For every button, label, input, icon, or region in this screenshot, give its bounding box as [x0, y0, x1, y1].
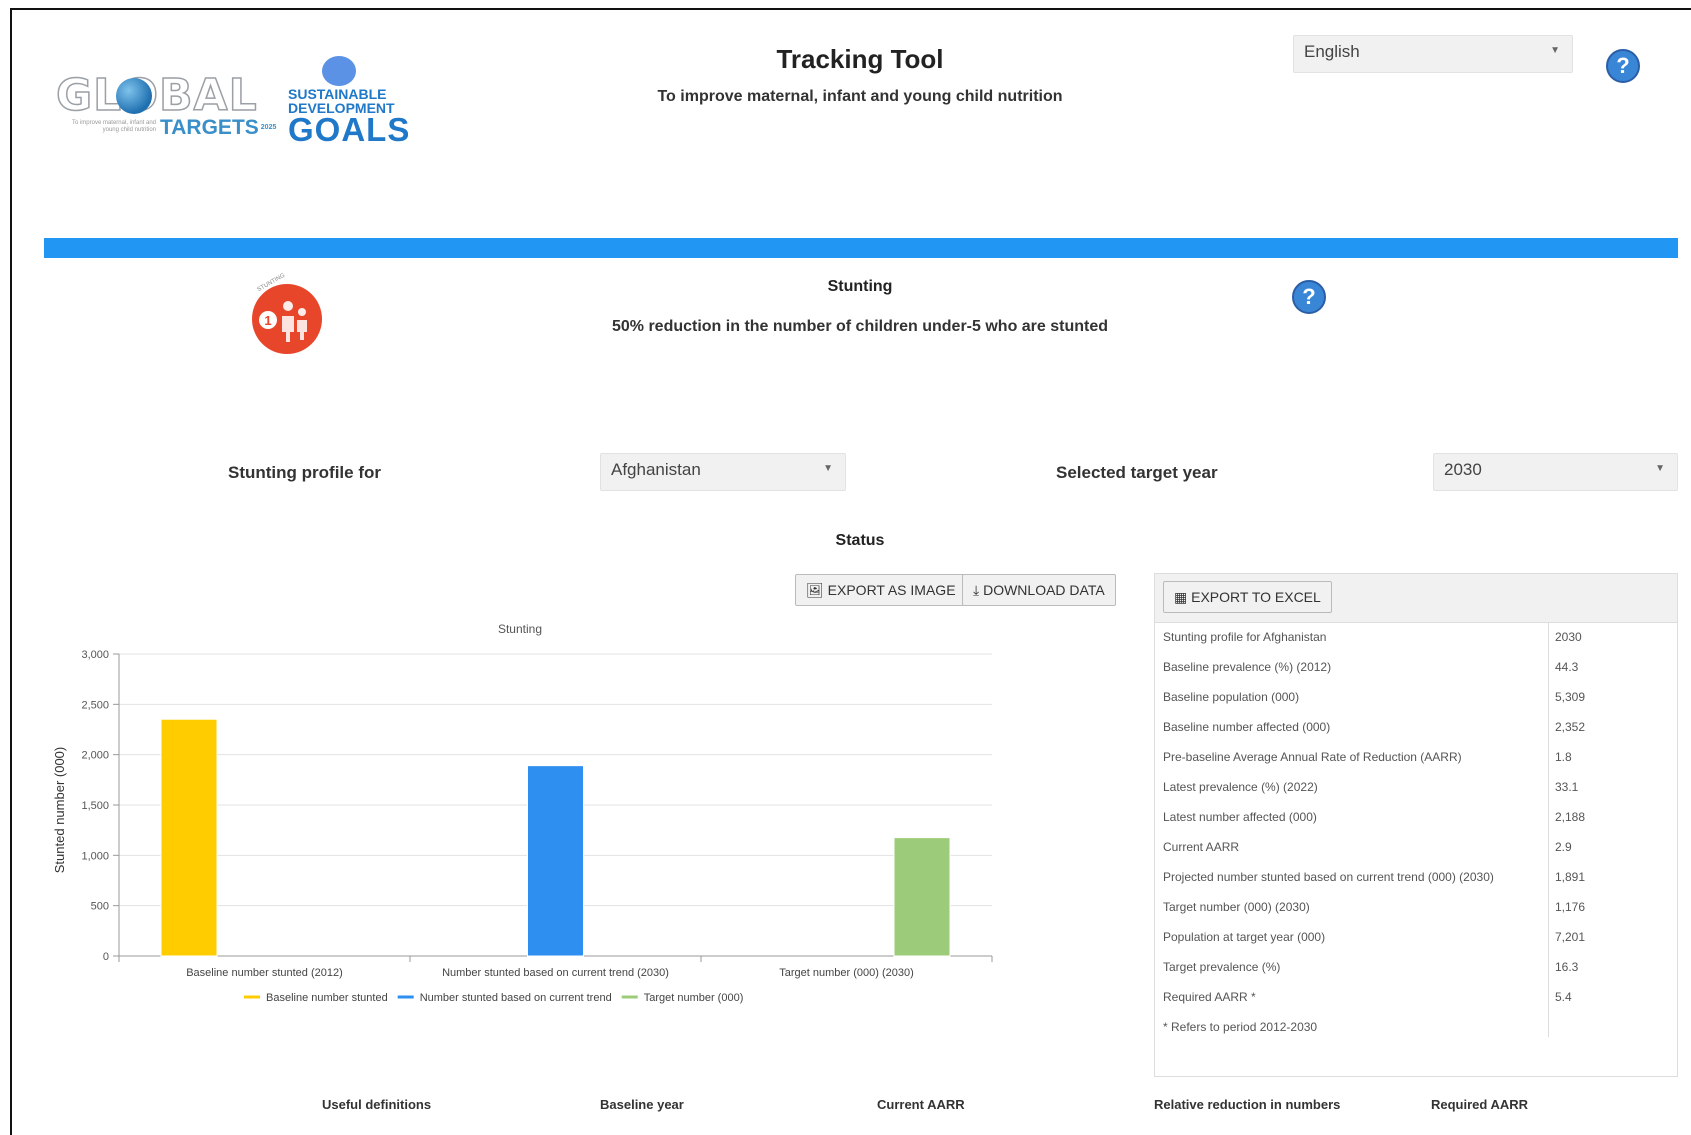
- target-year-select[interactable]: 2030 ▼: [1433, 453, 1678, 491]
- header-divider-bar: [44, 238, 1678, 258]
- language-select[interactable]: English ▼: [1293, 35, 1573, 73]
- table-cell-label: Latest prevalence (%) (2022): [1163, 780, 1318, 794]
- chevron-down-icon: ▼: [823, 463, 833, 474]
- table-cell-value: 16.3: [1555, 960, 1579, 974]
- download-icon: ⤓: [973, 582, 980, 598]
- sdg-goals-text: GOALS: [288, 111, 411, 148]
- profile-label: Stunting profile for: [228, 463, 381, 482]
- y-tick-label: 1,000: [81, 850, 109, 862]
- country-value: Afghanistan: [611, 460, 701, 479]
- export-excel-button[interactable]: ▦ EXPORT TO EXCEL: [1163, 581, 1332, 613]
- indicator-title: Stunting: [827, 278, 893, 295]
- table-cell-label: Projected number stunted based on curren…: [1163, 870, 1494, 884]
- table-cell-value: 5.4: [1555, 990, 1572, 1004]
- table-row: Current AARR 2.9: [1155, 832, 1677, 862]
- footer-useful-definitions[interactable]: Useful definitions: [322, 1097, 431, 1112]
- table-cell-label: Stunting profile for Afghanistan: [1163, 630, 1327, 644]
- table-cell-value: 7,201: [1555, 930, 1586, 944]
- legend-item: Target number (000): [644, 992, 744, 1004]
- question-circle-icon[interactable]: ?: [1606, 49, 1640, 83]
- image-icon: 🖼: [806, 582, 824, 598]
- chevron-down-icon: ▼: [1655, 463, 1665, 474]
- footer-required-aarr[interactable]: Required AARR: [1431, 1097, 1528, 1112]
- table-cell-value: 2030: [1555, 630, 1582, 644]
- targets-year: 2025: [260, 124, 277, 131]
- table-cell-value: 2,188: [1555, 810, 1586, 824]
- global-targets-logo: GLOBAL To improve maternal, infant and y…: [55, 73, 276, 144]
- stunting-bar-chart: Stunting Stunted number (000) 0 500 1,000 1…: [52, 622, 993, 1004]
- legend-item: Baseline number stunted: [266, 992, 388, 1004]
- table-cell-label: * Refers to period 2012-2030: [1163, 1020, 1318, 1034]
- y-tick-label: 500: [91, 901, 109, 913]
- x-tick-label: Baseline number stunted (2012): [186, 967, 343, 979]
- footer-current-aarr[interactable]: Current AARR: [877, 1097, 965, 1112]
- table-cell-value: 33.1: [1555, 780, 1579, 794]
- table-cell-label: Baseline number affected (000): [1163, 720, 1331, 734]
- table-cell-value: 1.8: [1555, 750, 1572, 764]
- y-tick-label: 3,000: [81, 649, 109, 661]
- y-tick-label: 0: [103, 951, 109, 963]
- table-cell-label: Required AARR *: [1163, 990, 1256, 1004]
- indicator-description: 50% reduction in the number of children …: [611, 318, 1109, 335]
- table-cell-label: Pre-baseline Average Annual Rate of Redu…: [1163, 750, 1462, 764]
- x-tick-label: Target number (000) (2030): [779, 967, 914, 979]
- footer-relative-reduction[interactable]: Relative reduction in numbers: [1154, 1097, 1340, 1112]
- table-row: Projected number stunted based on curren…: [1155, 862, 1677, 892]
- chart-x-labels: Baseline number stunted (2012) Number stu…: [118, 956, 993, 979]
- country-select[interactable]: Afghanistan ▼: [600, 453, 846, 491]
- table-row: * Refers to period 2012-2030: [1155, 1012, 1677, 1042]
- table-cell-value: 44.3: [1555, 660, 1579, 674]
- table-cell-value: 5,309: [1555, 690, 1586, 704]
- targets-logo-text: TARGETS 2025: [160, 116, 277, 139]
- export-image-button[interactable]: 🖼 EXPORT AS IMAGE: [795, 574, 967, 606]
- excel-icon: ▦: [1174, 589, 1188, 605]
- table-row: Population at target year (000) 7,201: [1155, 922, 1677, 952]
- table-row: Target number (000) (2030) 1,176: [1155, 892, 1677, 922]
- y-tick-label: 1,500: [81, 800, 109, 812]
- table-cell-label: Target number (000) (2030): [1163, 900, 1310, 914]
- table-cell-value: 1,891: [1555, 870, 1586, 884]
- table-cell-value: 2.9: [1555, 840, 1572, 854]
- question-circle-icon[interactable]: ?: [1292, 280, 1326, 314]
- table-row: Baseline prevalence (%) (2012) 44.3: [1155, 652, 1677, 682]
- table-cell-label: Baseline prevalence (%) (2012): [1163, 660, 1332, 674]
- chart-bar: [160, 718, 218, 957]
- table-row: Baseline population (000) 5,309: [1155, 682, 1677, 712]
- chart-bar: [893, 837, 951, 957]
- table-cell-label: Baseline population (000): [1163, 690, 1300, 704]
- table-row: Pre-baseline Average Annual Rate of Redu…: [1155, 742, 1677, 772]
- table-row: Target prevalence (%) 16.3: [1155, 952, 1677, 982]
- target-year-label: Selected target year: [1056, 463, 1218, 482]
- table-cell-value: 2,352: [1555, 720, 1586, 734]
- table-row: Stunting profile for Afghanistan 2030: [1155, 622, 1677, 652]
- table-row: Latest number affected (000) 2,188: [1155, 802, 1677, 832]
- x-tick-label: Number stunted based on current trend (2…: [442, 967, 669, 979]
- footer-baseline-year[interactable]: Baseline year: [600, 1097, 684, 1112]
- chart-bar: [527, 765, 584, 957]
- chart-legend: Baseline number stunted Number stunted ba…: [244, 992, 743, 1004]
- download-data-button[interactable]: ⤓ DOWNLOAD DATA: [962, 574, 1116, 606]
- page-subtitle: To improve maternal, infant and young ch…: [657, 88, 1063, 105]
- chevron-down-icon: ▼: [1550, 45, 1560, 56]
- table-cell-label: Current AARR: [1163, 840, 1240, 854]
- table-row: Latest prevalence (%) (2022) 33.1: [1155, 772, 1677, 802]
- status-heading: Status: [835, 532, 885, 549]
- table-cell-label: Target prevalence (%): [1163, 960, 1281, 974]
- table-cell-label: Population at target year (000): [1163, 930, 1326, 944]
- language-value: English: [1304, 42, 1360, 61]
- y-tick-label: 2,500: [81, 699, 109, 711]
- chart-title: Stunting: [498, 622, 542, 636]
- global-logo-note: To improve maternal, infant and young ch…: [71, 120, 156, 133]
- y-tick-label: 2,000: [81, 750, 109, 762]
- data-table-panel: ▦ EXPORT TO EXCEL Stunting profile for A…: [1154, 573, 1678, 1077]
- table-cell-value: 1,176: [1555, 900, 1586, 914]
- table-row: Baseline number affected (000) 2,352: [1155, 712, 1677, 742]
- legend-item: Number stunted based on current trend: [420, 992, 612, 1004]
- table-cell-label: Latest number affected (000): [1163, 810, 1317, 824]
- table-row: Required AARR * 5.4: [1155, 982, 1677, 1012]
- chart-y-axis-label: Stunted number (000): [52, 747, 67, 873]
- target-year-value: 2030: [1444, 460, 1482, 479]
